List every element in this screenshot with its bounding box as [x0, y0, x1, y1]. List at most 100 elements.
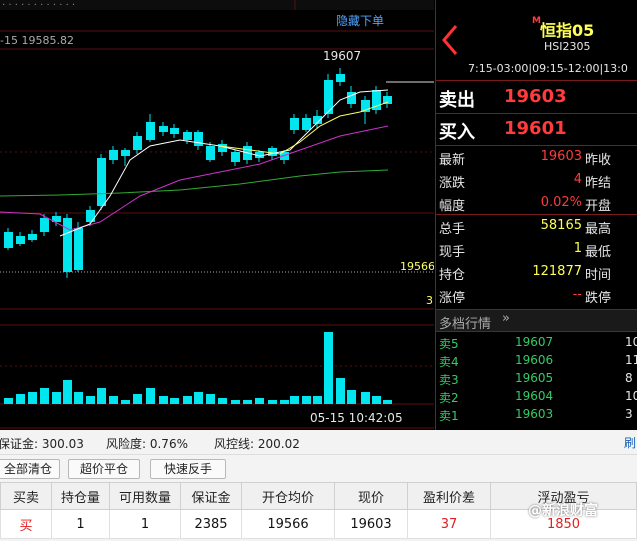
- depth-label: 卖2: [439, 391, 459, 405]
- volume-bar: [206, 394, 215, 404]
- volume-bar: [280, 400, 289, 404]
- volume-bar: [159, 396, 168, 404]
- candle-body: [121, 150, 130, 156]
- quote-label: 跌停: [585, 291, 612, 306]
- position-spread: 37: [407, 509, 491, 539]
- depth-volume: 3: [625, 407, 633, 421]
- candle-body: [218, 144, 227, 152]
- buy-label: 买入: [439, 122, 475, 143]
- sell-quote-row[interactable]: 卖出 19603: [436, 82, 637, 112]
- column-header[interactable]: 盈利价差: [407, 482, 491, 510]
- depth-volume: 11: [625, 353, 637, 367]
- depth-title: 多档行情: [439, 317, 492, 332]
- volume-bar: [4, 398, 13, 404]
- moving-average-line: [59, 89, 389, 237]
- buy-price: 19601: [504, 118, 567, 139]
- column-header[interactable]: 可用数量: [109, 482, 181, 510]
- trade-panel: 保证金: 300.03 风险度: 0.76% 风控线: 200.02 刷 全部清…: [0, 430, 637, 541]
- depth-row[interactable]: 卖4 19606 11: [439, 352, 637, 370]
- refresh-button[interactable]: 刷: [624, 434, 636, 451]
- high-price-label: 19607: [323, 49, 362, 63]
- candle-body: [170, 128, 179, 134]
- kline-chart-canvas[interactable]: [0, 0, 434, 430]
- candle-body: [63, 218, 72, 272]
- quote-label: 持仓: [439, 268, 466, 283]
- candle-body: [86, 210, 95, 222]
- depth-price: 19604: [515, 389, 554, 403]
- candle-body: [183, 132, 192, 140]
- depth-price: 19605: [515, 371, 554, 385]
- double-chevron-down-icon[interactable]: »: [502, 311, 510, 326]
- candle-body: [268, 148, 277, 156]
- position-current-price: 19603: [334, 509, 408, 539]
- quote-panel: M 恒指05 HSI2305 7:15-03:00|09:15-12:00|13…: [435, 0, 637, 430]
- account-bar: 保证金: 300.03 风险度: 0.76% 风控线: 200.02 刷: [0, 430, 637, 455]
- candle-body: [133, 136, 142, 150]
- depth-row[interactable]: 卖3 19605 8: [439, 370, 637, 388]
- volume-bar: [170, 398, 179, 404]
- risk-info: 风险度: 0.76%: [106, 437, 188, 451]
- candle-body: [159, 126, 168, 132]
- volume-bar: [16, 394, 25, 404]
- depth-price: 19607: [515, 335, 554, 349]
- column-header[interactable]: 开仓均价: [241, 482, 335, 510]
- quick-reverse-button[interactable]: 快速反手: [150, 459, 226, 479]
- quote-value: 58165: [540, 218, 582, 233]
- volume-bar: [361, 392, 370, 404]
- depth-row[interactable]: 卖1 19603 3: [439, 406, 637, 424]
- quote-label: 现手: [439, 245, 466, 260]
- quote-label: 昨收: [585, 153, 612, 168]
- depth-header[interactable]: 多档行情 »: [436, 309, 637, 332]
- quote-row-last: 最新 19603 昨收: [439, 146, 637, 169]
- depth-label: 卖4: [439, 355, 459, 369]
- depth-label: 卖3: [439, 373, 459, 387]
- volume-bar: [313, 396, 322, 404]
- depth-row[interactable]: 卖2 19604 10: [439, 388, 637, 406]
- chart-toolbar[interactable]: · · · · · · · · · · · ·: [2, 0, 75, 11]
- close-all-button[interactable]: 全部清仓: [0, 459, 60, 479]
- position-side: 买: [0, 509, 52, 539]
- cursor-price-label: -15 19585.82: [0, 34, 74, 47]
- depth-price: 19603: [515, 407, 554, 421]
- depth-label: 卖1: [439, 409, 459, 423]
- depth-volume: 10: [625, 389, 637, 403]
- quote-label: 开盘: [585, 199, 612, 214]
- candle-body: [16, 236, 25, 244]
- kline-chart[interactable]: · · · · · · · · · · · · 隐藏下单 -15 19585.8…: [0, 0, 434, 430]
- volume-bar: [243, 400, 252, 404]
- risk-control-info: 风控线: 200.02: [214, 437, 300, 451]
- quote-value: 121877: [532, 264, 582, 279]
- candle-body: [28, 234, 37, 240]
- quick-flat-button[interactable]: 超价平仓: [68, 459, 140, 479]
- volume-bar: [63, 380, 72, 404]
- quote-value: 4: [573, 172, 582, 187]
- volume-bar: [194, 392, 203, 404]
- buy-quote-row[interactable]: 买入 19601: [436, 114, 637, 144]
- quote-label: 最低: [585, 245, 612, 260]
- volume-bar: [28, 392, 37, 404]
- candle-body: [4, 232, 13, 248]
- volume-bar: [255, 398, 264, 404]
- volume-bar: [109, 396, 118, 404]
- quote-row-limit: 涨停 -- 跌停: [439, 284, 637, 307]
- candle-body: [146, 122, 155, 140]
- column-header[interactable]: 买卖: [0, 482, 52, 510]
- instrument-name: 恒指05: [540, 21, 595, 40]
- volume-bar: [372, 396, 381, 404]
- depth-row[interactable]: 卖5 19607 10: [439, 334, 637, 352]
- position-margin: 2385: [180, 509, 242, 539]
- depth-label: 卖5: [439, 337, 459, 351]
- candle-body: [231, 152, 240, 162]
- volume-bar: [97, 388, 106, 404]
- column-header[interactable]: 保证金: [180, 482, 242, 510]
- moving-average-line: [0, 169, 389, 197]
- volume-bar: [383, 400, 392, 404]
- column-header[interactable]: 持仓量: [51, 482, 110, 510]
- entry-price-label: 19566: [400, 260, 434, 273]
- chevron-left-icon[interactable]: [440, 22, 460, 58]
- hide-order-button[interactable]: 隐藏下单: [336, 12, 384, 29]
- margin-info: 保证金: 300.03: [0, 437, 84, 451]
- volume-bar: [290, 396, 299, 404]
- column-header[interactable]: 现价: [334, 482, 408, 510]
- volume-bar: [302, 396, 311, 404]
